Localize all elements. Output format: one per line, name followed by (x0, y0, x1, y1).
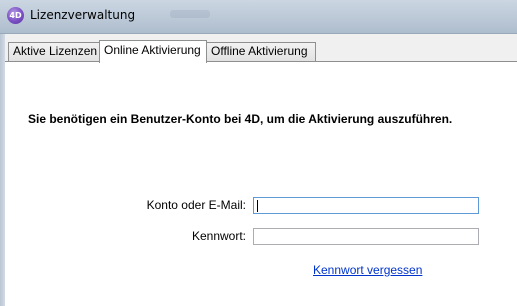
forgot-password-link[interactable]: Kennwort vergessen (313, 263, 422, 277)
password-input[interactable] (253, 228, 479, 245)
password-label: Kennwort: (191, 229, 246, 243)
4d-app-icon: 4D (7, 7, 24, 24)
window-title: Lizenzverwaltung (30, 8, 136, 22)
title-bar-blur (170, 10, 210, 18)
account-email-input[interactable] (253, 197, 479, 214)
account-required-notice: Sie benötigen ein Benutzer-Konto bei 4D,… (28, 112, 453, 126)
tab-offline-aktivierung[interactable]: Offline Aktivierung (206, 42, 316, 61)
title-bar: 4D Lizenzverwaltung (0, 0, 517, 34)
tab-panel-online-aktivierung (5, 61, 517, 306)
account-label: Konto oder E-Mail: (146, 198, 246, 212)
tab-aktive-lizenzen[interactable]: Aktive Lizenzen (8, 42, 100, 61)
tab-online-aktivierung[interactable]: Online Aktivierung (99, 40, 207, 63)
text-caret (257, 200, 258, 212)
